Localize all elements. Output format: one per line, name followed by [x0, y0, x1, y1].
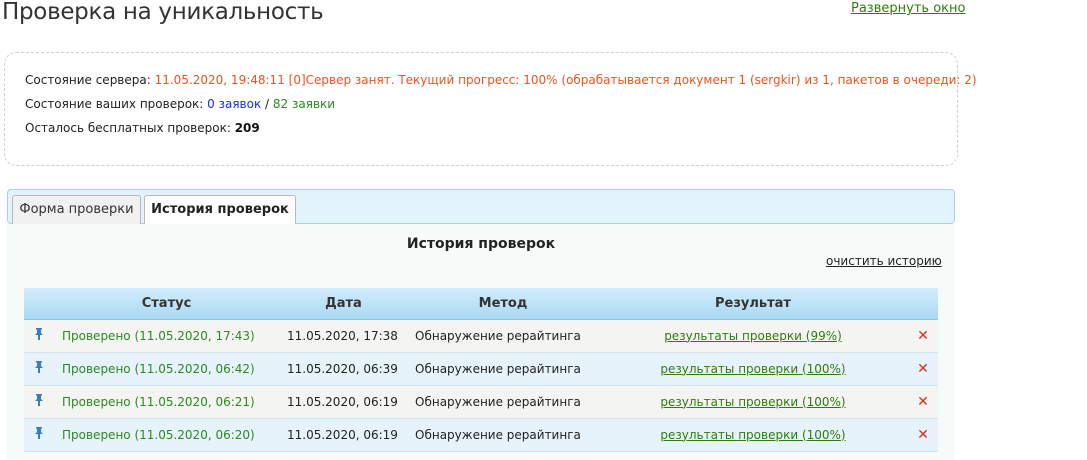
table-header-row: Статус Дата Метод Результат	[24, 288, 938, 320]
tabs-bar: Форма проверки История проверок	[7, 189, 955, 225]
delete-icon[interactable]: ✕	[908, 352, 938, 386]
row-method: Обнаружение рерайтинга	[408, 418, 598, 452]
expand-window-link[interactable]: Развернуть окно	[851, 1, 965, 16]
row-method: Обнаружение рерайтинга	[408, 352, 598, 386]
pin-icon[interactable]	[24, 385, 54, 419]
row-status: Проверено (11.05.2020, 17:43)	[54, 319, 279, 353]
free-checks-line: Осталось бесплатных проверок: 209	[25, 121, 260, 135]
delete-icon[interactable]: ✕	[908, 385, 938, 419]
pin-icon[interactable]	[24, 352, 54, 386]
row-date: 11.05.2020, 06:19	[279, 385, 408, 419]
page-title: Проверка на уникальность	[2, 0, 324, 25]
free-checks-label: Осталось бесплатных проверок:	[25, 121, 235, 135]
free-checks-value: 209	[234, 121, 260, 135]
row-method: Обнаружение рерайтинга	[408, 319, 598, 353]
checks-done-count: 82 заявки	[272, 97, 336, 111]
clear-history-link[interactable]: очистить историю	[826, 254, 942, 268]
delete-icon[interactable]: ✕	[908, 319, 938, 353]
header-date: Дата	[279, 288, 408, 320]
checks-pending-count: 0 заявок	[207, 97, 262, 111]
server-status-label: Состояние сервера:	[25, 73, 155, 87]
header-status: Статус	[54, 288, 279, 320]
header-method: Метод	[408, 288, 598, 320]
pin-icon[interactable]	[24, 319, 54, 353]
delete-icon[interactable]: ✕	[908, 418, 938, 452]
row-result-link[interactable]: результаты проверки (100%)	[660, 362, 845, 376]
history-title: История проверок	[406, 236, 556, 252]
row-date: 11.05.2020, 17:38	[279, 319, 408, 353]
header-delete	[908, 288, 938, 320]
row-status: Проверено (11.05.2020, 06:21)	[54, 385, 279, 419]
table-row: Проверено (11.05.2020, 17:43) 11.05.2020…	[24, 319, 938, 353]
header-pin	[24, 288, 54, 320]
server-status-value: 11.05.2020, 19:48:11 [0]Сервер занят. Те…	[154, 73, 977, 87]
header-result: Результат	[598, 288, 908, 320]
row-date: 11.05.2020, 06:19	[279, 418, 408, 452]
table-row: Проверено (11.05.2020, 06:21) 11.05.2020…	[24, 385, 938, 419]
row-result-link[interactable]: результаты проверки (100%)	[660, 428, 845, 442]
row-result-link[interactable]: результаты проверки (99%)	[664, 329, 842, 343]
table-row: Проверено (11.05.2020, 06:42) 11.05.2020…	[24, 352, 938, 386]
history-panel: История проверок очистить историю Статус…	[7, 224, 955, 460]
row-date: 11.05.2020, 06:39	[279, 352, 408, 386]
pin-icon[interactable]	[24, 418, 54, 452]
row-method: Обнаружение рерайтинга	[408, 385, 598, 419]
row-status: Проверено (11.05.2020, 06:42)	[54, 352, 279, 386]
checks-separator: /	[261, 97, 273, 111]
table-row: Проверено (11.05.2020, 06:20) 11.05.2020…	[24, 418, 938, 452]
status-panel: Состояние сервера: 11.05.2020, 19:48:11 …	[4, 52, 977, 166]
server-status-line: Состояние сервера: 11.05.2020, 19:48:11 …	[25, 73, 977, 87]
row-result-link[interactable]: результаты проверки (100%)	[660, 395, 845, 409]
tab-check-history[interactable]: История проверок	[144, 195, 296, 225]
checks-status-line: Состояние ваших проверок: 0 заявок / 82 …	[25, 97, 335, 111]
row-status: Проверено (11.05.2020, 06:20)	[54, 418, 279, 452]
tab-check-form[interactable]: Форма проверки	[12, 195, 141, 225]
history-table: Статус Дата Метод Результат Проверено (1…	[24, 288, 938, 452]
checks-status-label: Состояние ваших проверок:	[25, 97, 208, 111]
